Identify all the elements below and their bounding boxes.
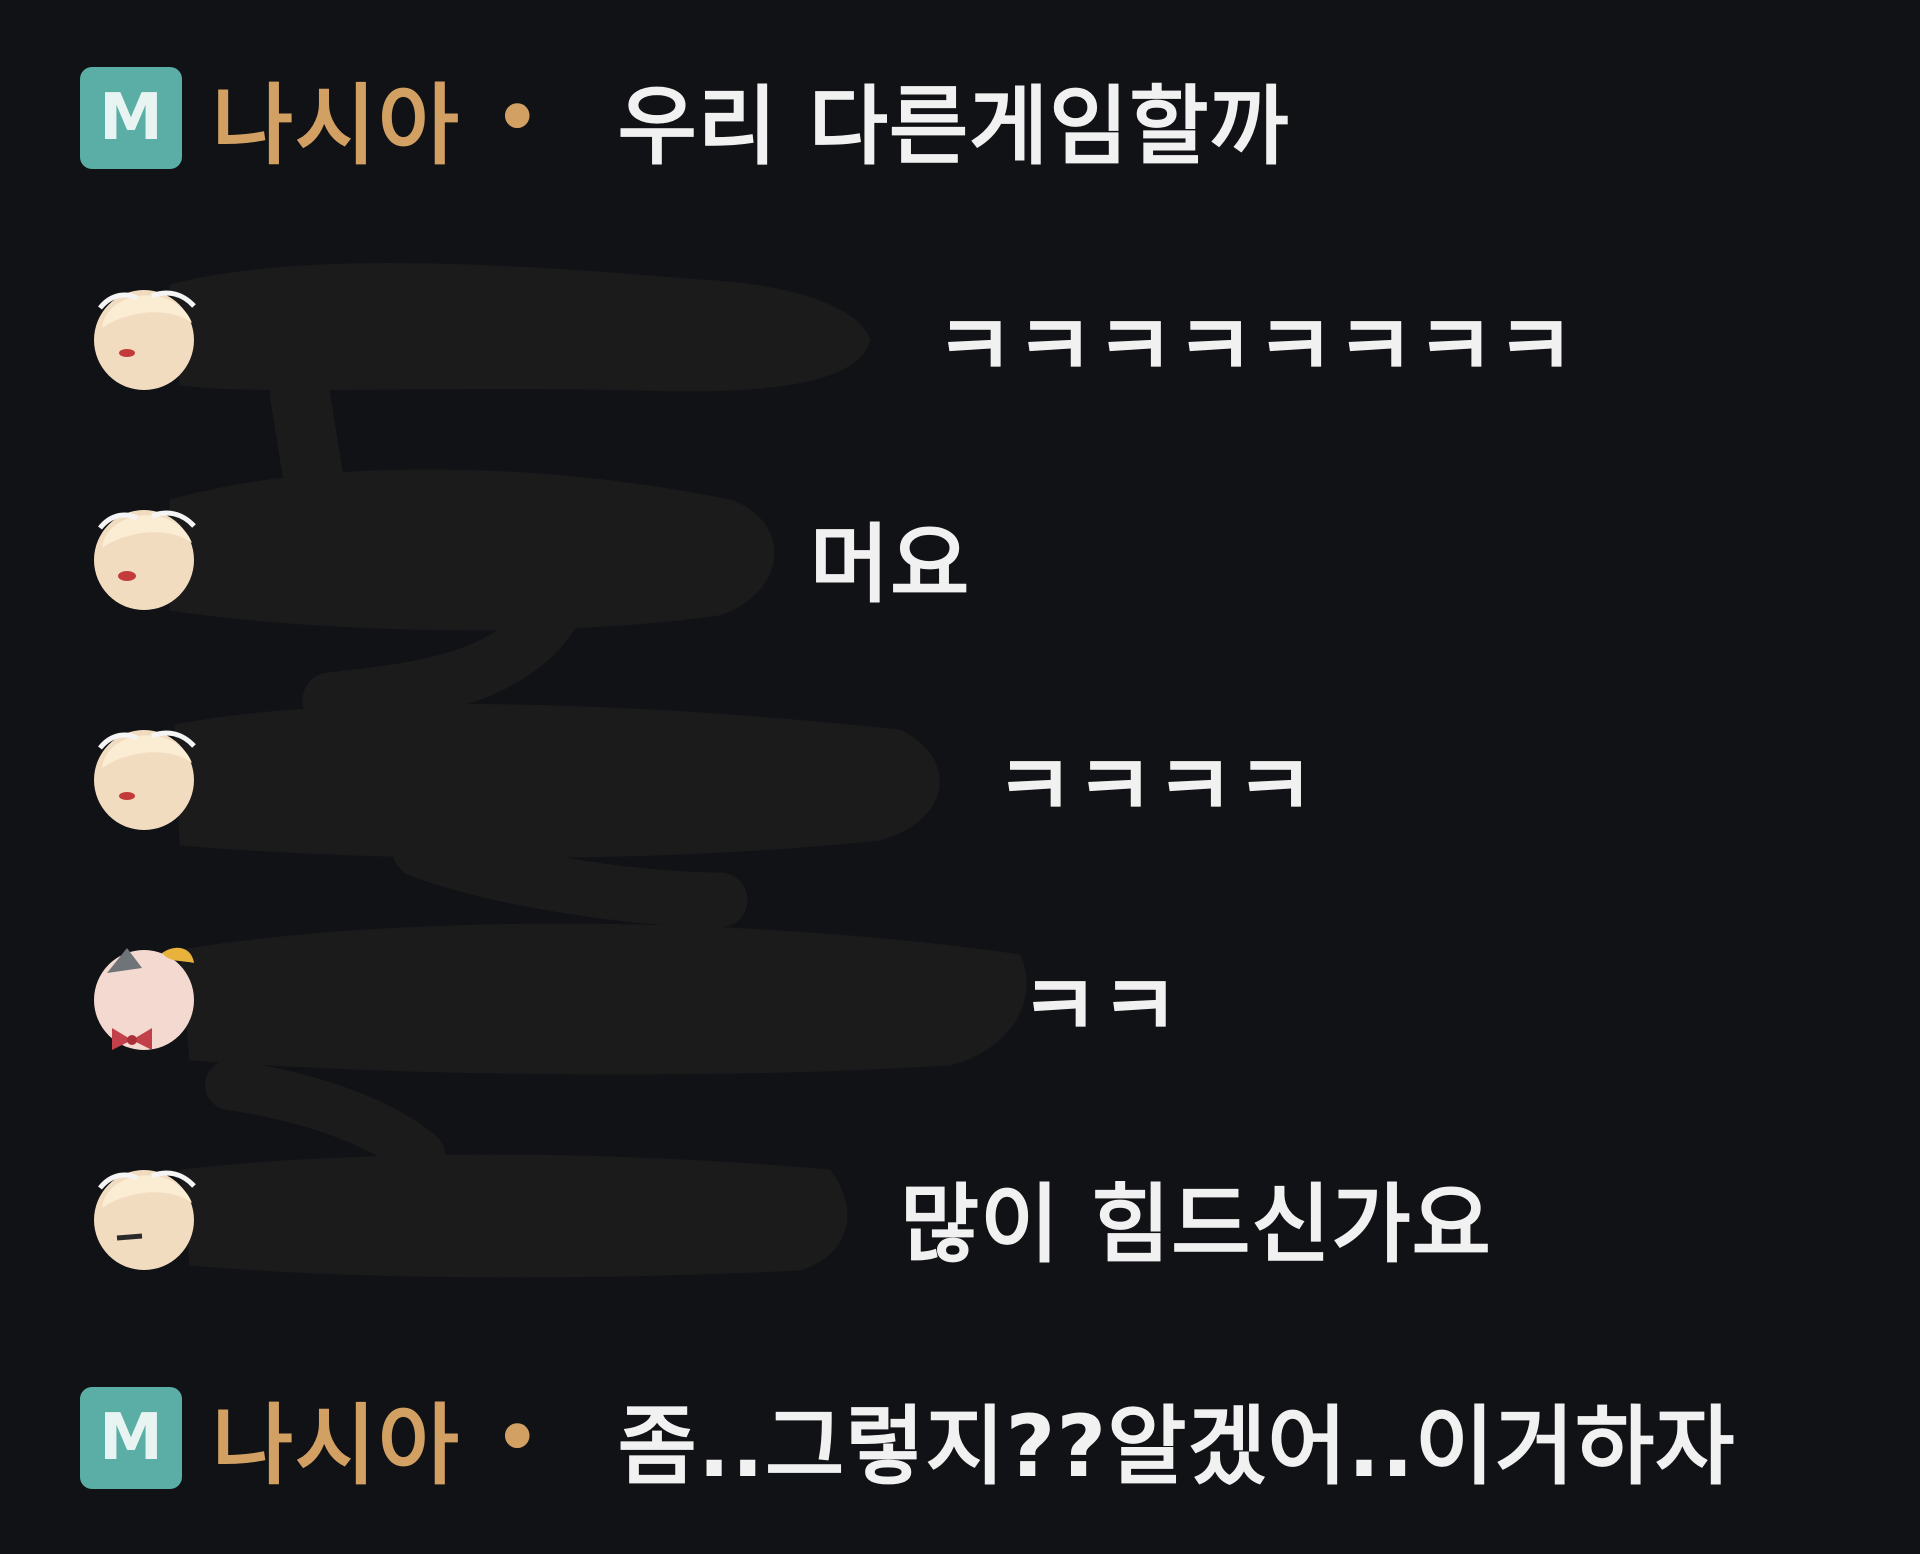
cream-hair-avatar-icon[interactable] (82, 1148, 202, 1278)
separator-dot: • (494, 1397, 540, 1479)
chat-message: 많이 힘드신가요 (900, 1156, 1492, 1276)
cream-hair-avatar-icon[interactable] (82, 708, 202, 838)
message-text: ㅋㅋ (1020, 956, 1181, 1057)
cream-hair-avatar-icon[interactable] (82, 488, 202, 618)
manager-badge-icon: M (80, 67, 182, 169)
username[interactable]: 나시아 (212, 55, 461, 182)
separator-dot: • (494, 77, 540, 159)
chat-message: ㅋㅋㅋㅋ (995, 718, 1315, 838)
chat-message: ㅋㅋㅋㅋㅋㅋㅋㅋ (935, 278, 1576, 398)
chat-message: 머요 (810, 496, 970, 616)
message-text: ㅋㅋㅋㅋ (995, 736, 1316, 837)
manager-badge-icon: M (80, 1387, 182, 1489)
message-text: 좀..그렇지??알겠어..이거하자 (617, 1396, 1736, 1497)
chat-message: ㅋㅋ (1020, 938, 1180, 1058)
chat-message: M 나시아 • 좀..그렇지??알겠어..이거하자 (80, 1378, 1735, 1498)
chat-log: M 나시아 • 우리 다른게임할까 ㅋㅋㅋㅋㅋㅋㅋㅋ 머요 ㅋㅋㅋㅋ ㅋㅋ 많이… (0, 0, 1920, 1554)
redaction-scribble (169, 263, 1027, 1278)
message-text: 많이 힘드신가요 (900, 1174, 1492, 1275)
cream-hair-avatar-icon[interactable] (82, 268, 202, 398)
message-text: 머요 (810, 514, 971, 615)
username[interactable]: 나시아 (212, 1375, 461, 1502)
message-text: ㅋㅋㅋㅋㅋㅋㅋㅋ (935, 296, 1576, 397)
bow-avatar-icon[interactable] (82, 928, 202, 1058)
chat-message: M 나시아 • 우리 다른게임할까 (80, 58, 1290, 178)
message-text: 우리 다른게임할까 (617, 76, 1290, 177)
